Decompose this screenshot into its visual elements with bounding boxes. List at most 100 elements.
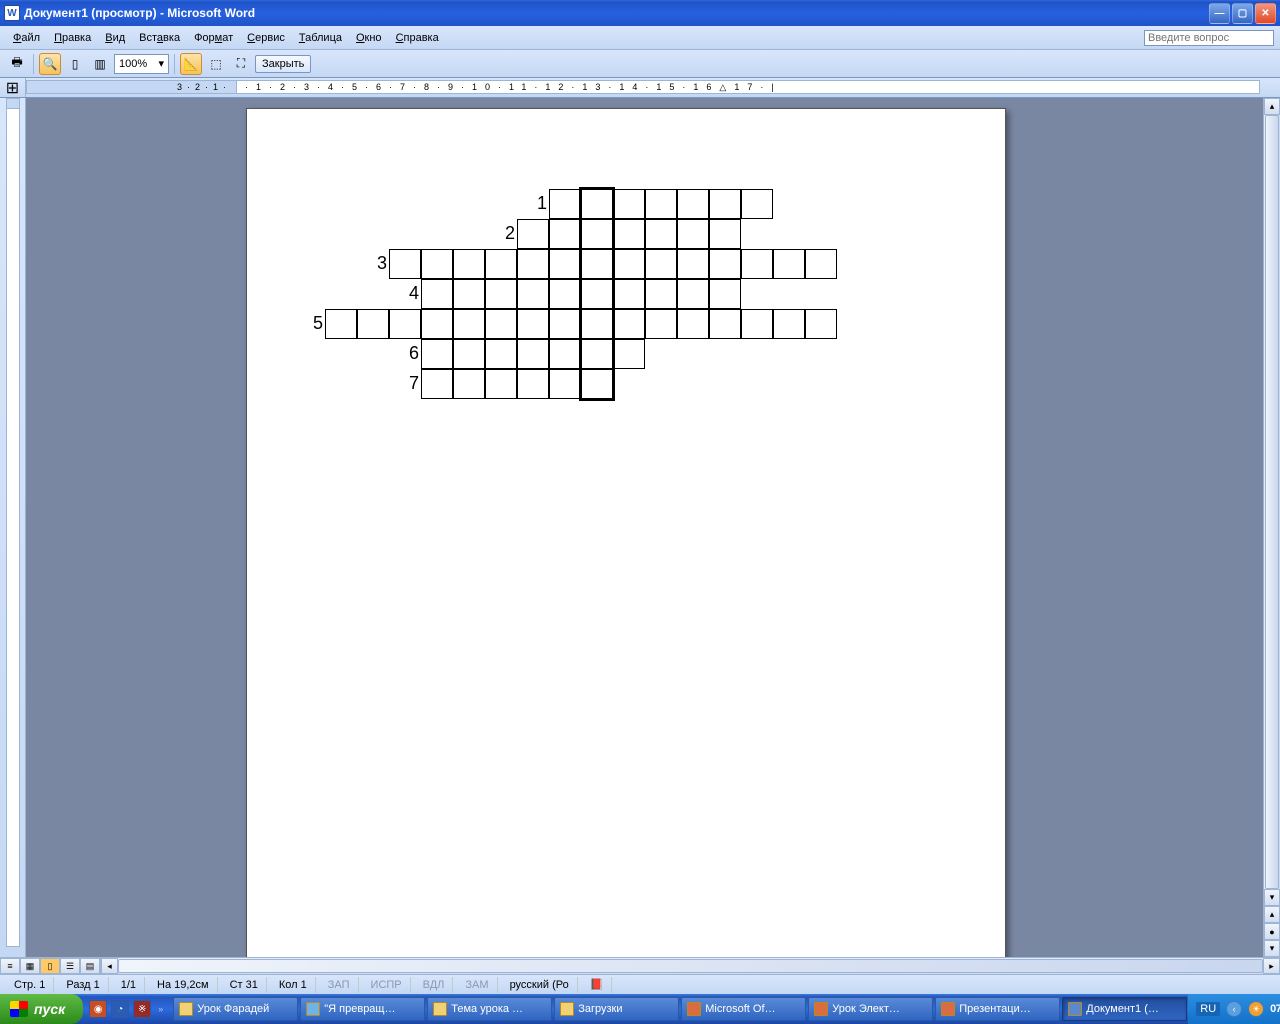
document-area[interactable]: 1234567	[26, 98, 1263, 957]
crossword-cell	[517, 339, 549, 369]
multi-page-button[interactable]: ▥	[89, 53, 111, 75]
view-web-button[interactable]: ▦	[20, 958, 40, 974]
start-button[interactable]: пуск	[0, 994, 83, 1024]
status-page: Стр. 1	[6, 977, 54, 993]
crossword-cell	[709, 309, 741, 339]
ruler-horizontal[interactable]: 3 · 2 · 1 · ·1·2·3·4·5·6·7·8·9·10·11·12·…	[26, 78, 1280, 97]
crossword-cell	[453, 309, 485, 339]
crossword-cell	[517, 249, 549, 279]
close-button[interactable]: ✕	[1255, 3, 1276, 24]
minimize-button[interactable]: —	[1209, 3, 1230, 24]
taskbar-app-button[interactable]: "Я превращ…	[300, 997, 425, 1021]
crossword-cell	[549, 279, 581, 309]
taskbar-app-icon	[1068, 1002, 1082, 1016]
scroll-down-button[interactable]: ▾	[1264, 889, 1280, 906]
scroll-left-button[interactable]: ◂	[101, 958, 118, 974]
status-pages: 1/1	[113, 977, 145, 993]
crossword-cell	[517, 369, 549, 399]
crossword-cell	[549, 249, 581, 279]
crossword-cell	[613, 339, 645, 369]
menu-tools[interactable]: Сервис	[240, 30, 292, 46]
scroll-thumb-h[interactable]	[118, 959, 1263, 973]
tray-icon[interactable]: ‹	[1226, 1001, 1242, 1017]
ql-icon[interactable]: ◉	[89, 1000, 107, 1018]
taskbar-app-label: Microsoft Of…	[705, 1003, 775, 1015]
print-button[interactable]: 🖶	[6, 53, 28, 75]
shrink-fit-button[interactable]: ⬚	[205, 53, 227, 75]
ql-overflow[interactable]: »	[155, 1004, 166, 1014]
browse-object-button[interactable]: ●	[1264, 923, 1280, 940]
status-lang[interactable]: русский (Ро	[502, 977, 578, 993]
tray-lang[interactable]: RU	[1196, 1002, 1220, 1016]
taskbar-app-button[interactable]: Загрузки	[554, 997, 679, 1021]
scrollbar-vertical[interactable]: ▴ ▾ ▴ ● ▾	[1263, 98, 1280, 957]
ruler-vertical[interactable]	[0, 98, 26, 957]
crossword-cell	[453, 339, 485, 369]
crossword-cell	[805, 249, 837, 279]
status-trk[interactable]: ИСПР	[363, 977, 411, 993]
scroll-right-button[interactable]: ▸	[1263, 958, 1280, 974]
help-search-box[interactable]	[1144, 30, 1274, 46]
taskbar-app-button[interactable]: Тема урока …	[427, 997, 552, 1021]
menu-format[interactable]: Формат	[187, 30, 240, 46]
crossword-cell	[421, 339, 453, 369]
status-book-icon[interactable]: 📕	[582, 977, 613, 993]
view-reading-button[interactable]: ▤	[80, 958, 100, 974]
crossword-cell	[613, 219, 645, 249]
browse-prev-button[interactable]: ▴	[1264, 906, 1280, 923]
main-area: 1234567 ▴ ▾ ▴ ● ▾	[0, 98, 1280, 957]
taskbar-app-icon	[941, 1002, 955, 1016]
maximize-button[interactable]: ▢	[1232, 3, 1253, 24]
ql-icon[interactable]: ◔	[111, 1000, 129, 1018]
scroll-up-button[interactable]: ▴	[1264, 98, 1280, 115]
crossword-cell	[645, 189, 677, 219]
scroll-track-h[interactable]	[118, 958, 1263, 974]
tray-clock[interactable]: 0700	[1270, 1003, 1280, 1015]
fullscreen-button[interactable]: ⛶	[230, 53, 252, 75]
menu-edit[interactable]: Правка	[47, 30, 98, 46]
taskbar-app-button[interactable]: Урок Фарадей	[173, 997, 298, 1021]
menu-table[interactable]: Таблица	[292, 30, 349, 46]
view-print-button[interactable]: ▯	[40, 958, 60, 974]
crossword-row-label: 4	[389, 283, 419, 304]
crossword-row-label: 3	[357, 253, 387, 274]
menu-window[interactable]: Окно	[349, 30, 389, 46]
zoom-tool-button[interactable]: 🔍	[39, 53, 61, 75]
status-ext[interactable]: ВДЛ	[415, 977, 454, 993]
zoom-combo[interactable]: 100%▾	[114, 54, 169, 74]
scroll-track-v[interactable]	[1264, 115, 1280, 889]
crossword-cell	[741, 309, 773, 339]
help-input[interactable]	[1144, 30, 1274, 46]
crossword-cell	[357, 309, 389, 339]
one-page-button[interactable]: ▯	[64, 53, 86, 75]
crossword-cell	[709, 189, 741, 219]
crossword-cell	[645, 309, 677, 339]
menu-file[interactable]: Файл	[6, 30, 47, 46]
browse-next-button[interactable]: ▾	[1264, 940, 1280, 957]
taskbar-app-label: Тема урока …	[451, 1003, 523, 1015]
taskbar-app-button[interactable]: Документ1 (…	[1062, 997, 1187, 1021]
scroll-thumb-v[interactable]	[1265, 115, 1279, 889]
taskbar-app-button[interactable]: Microsoft Of…	[681, 997, 806, 1021]
crossword-cell	[421, 369, 453, 399]
system-tray: RU ‹ ☀ 0700 Вт	[1188, 994, 1280, 1024]
ql-icon[interactable]: ※	[133, 1000, 151, 1018]
menu-help[interactable]: Справка	[389, 30, 446, 46]
status-ovr[interactable]: ЗАМ	[457, 977, 497, 993]
scrollbar-horizontal[interactable]: ◂ ▸	[101, 958, 1280, 974]
status-rec[interactable]: ЗАП	[320, 977, 359, 993]
menu-insert[interactable]: Вставка	[132, 30, 187, 46]
tray-icon[interactable]: ☀	[1248, 1001, 1264, 1017]
view-normal-button[interactable]: ≡	[0, 958, 20, 974]
taskbar-app-button[interactable]: Презентаци…	[935, 997, 1060, 1021]
view-outline-button[interactable]: ☰	[60, 958, 80, 974]
status-section: Разд 1	[58, 977, 108, 993]
crossword-row-label: 7	[389, 373, 419, 394]
taskbar-app-button[interactable]: Урок Элект…	[808, 997, 933, 1021]
close-preview-button[interactable]: Закрыть	[255, 55, 311, 73]
crossword-cell	[773, 309, 805, 339]
crossword-cell	[645, 249, 677, 279]
crossword-cell	[773, 249, 805, 279]
ruler-button[interactable]: 📐	[180, 53, 202, 75]
menu-view[interactable]: Вид	[98, 30, 132, 46]
